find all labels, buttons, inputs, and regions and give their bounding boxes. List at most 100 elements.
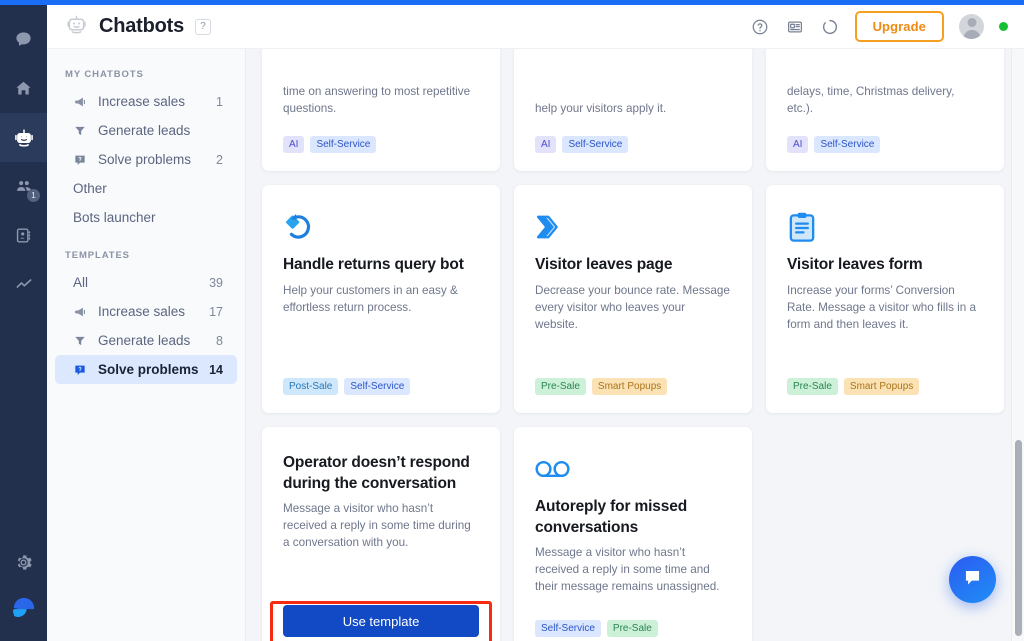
card-description: Message a visitor who hasn’t received a … bbox=[535, 546, 720, 594]
avatar-head bbox=[967, 18, 976, 27]
card-tags: AI Self-Service bbox=[787, 136, 983, 153]
title-help-icon[interactable]: ? bbox=[195, 18, 212, 35]
template-card-autoreply-missed-conversations[interactable]: Autoreply for missed conversations Messa… bbox=[514, 427, 752, 641]
template-card-top-2[interactable]: help your visitors apply it. AI Self-Ser… bbox=[514, 49, 752, 171]
sidebar-item-generate-leads[interactable]: Generate leads bbox=[55, 116, 237, 145]
rail-item-chats[interactable] bbox=[0, 15, 47, 64]
main-scrollbar-thumb[interactable] bbox=[1015, 440, 1022, 636]
card-description: Help your customers in an easy & effortl… bbox=[283, 283, 458, 314]
template-card-visitor-leaves-page[interactable]: Visitor leaves page Decrease your bounce… bbox=[514, 185, 752, 413]
sidebar-item-label: Solve problems bbox=[98, 152, 192, 167]
sidebar-item-count: 17 bbox=[209, 304, 223, 319]
voicemail-icon bbox=[535, 448, 731, 490]
status-indicator-dot[interactable] bbox=[999, 22, 1008, 31]
card-title: Operator doesn’t respond during the conv… bbox=[283, 454, 470, 492]
rail-item-settings[interactable] bbox=[0, 538, 47, 587]
card-description: help your visitors apply it. bbox=[535, 102, 667, 116]
card-tags: Post-Sale Self-Service bbox=[283, 378, 479, 395]
rail-item-home[interactable] bbox=[0, 64, 47, 113]
tag-ai[interactable]: AI bbox=[787, 136, 809, 153]
loading-spinner-icon[interactable] bbox=[820, 17, 840, 37]
card-title: Handle returns query bot bbox=[283, 256, 464, 273]
template-card-top-1[interactable]: time on answering to most repetitive que… bbox=[262, 49, 500, 171]
templates-grid: time on answering to most repetitive que… bbox=[246, 49, 1011, 641]
tag-pre-sale[interactable]: Pre-Sale bbox=[535, 378, 586, 395]
analytics-line-icon bbox=[14, 275, 34, 295]
sidebar-item-templates-generate-leads[interactable]: Generate leads 8 bbox=[55, 326, 237, 355]
sidebar-item-count: 14 bbox=[209, 362, 223, 377]
sidebar-item-label: Other bbox=[73, 181, 107, 196]
contacts-book-icon bbox=[14, 226, 33, 245]
card-title: Visitor leaves page bbox=[535, 256, 673, 273]
upgrade-button[interactable]: Upgrade bbox=[854, 11, 944, 42]
sidebar-item-count: 1 bbox=[216, 94, 223, 109]
chat-bubble-icon bbox=[962, 567, 983, 593]
tag-ai[interactable]: AI bbox=[283, 136, 305, 153]
templates-grid-area: time on answering to most repetitive que… bbox=[246, 49, 1011, 641]
template-card-operator-doesnt-respond[interactable]: Operator doesn’t respond during the conv… bbox=[262, 427, 500, 641]
funnel-icon bbox=[73, 334, 90, 348]
card-description: Message a visitor who hasn’t received a … bbox=[283, 502, 471, 550]
tag-self-service[interactable]: Self-Service bbox=[310, 136, 377, 153]
sidebar-item-label: Solve problems bbox=[98, 362, 199, 377]
tag-ai[interactable]: AI bbox=[535, 136, 557, 153]
tag-self-service[interactable]: Self-Service bbox=[814, 136, 881, 153]
card-tags: AI Self-Service bbox=[283, 136, 479, 153]
avatar-body bbox=[963, 30, 980, 39]
help-icon[interactable] bbox=[750, 17, 770, 37]
clipboard-icon bbox=[787, 206, 983, 248]
main-scrollbar-track[interactable] bbox=[1011, 49, 1024, 641]
tag-pre-sale[interactable]: Pre-Sale bbox=[606, 620, 658, 637]
megaphone-icon bbox=[73, 305, 90, 319]
return-arrow-icon bbox=[283, 206, 479, 248]
chevron-forward-icon bbox=[535, 206, 731, 248]
sidebar-item-templates-increase-sales[interactable]: Increase sales 17 bbox=[55, 297, 237, 326]
template-card-top-3[interactable]: delays, time, Christmas delivery, etc.).… bbox=[766, 49, 1004, 171]
tag-smart-popups[interactable]: Smart Popups bbox=[591, 378, 668, 395]
card-description: Increase your forms’ Conversion Rate. Me… bbox=[787, 283, 977, 331]
sidebar-item-increase-sales[interactable]: Increase sales 1 bbox=[55, 87, 237, 116]
avatar[interactable] bbox=[959, 14, 984, 39]
tag-smart-popups[interactable]: Smart Popups bbox=[843, 378, 920, 395]
app-root: 1 Chatbots ? Upgrade MY CHATBOTS Increas… bbox=[0, 0, 1024, 641]
tag-self-service[interactable]: Self-Service bbox=[562, 136, 629, 153]
sidebar-item-solve-problems[interactable]: Solve problems 2 bbox=[55, 145, 237, 174]
sidebar-section-templates: Templates bbox=[65, 250, 130, 261]
card-description: Decrease your bounce rate. Message every… bbox=[535, 283, 730, 331]
template-card-visitor-leaves-form[interactable]: Visitor leaves form Increase your forms’… bbox=[766, 185, 1004, 413]
sidebar-item-bots-launcher[interactable]: Bots launcher bbox=[55, 203, 237, 232]
sidebar-item-templates-all[interactable]: All 39 bbox=[55, 268, 237, 297]
tag-self-service[interactable]: Self-Service bbox=[535, 620, 601, 637]
megaphone-icon bbox=[73, 95, 90, 109]
chatbots-title-icon bbox=[65, 13, 88, 41]
card-tags: AI Self-Service bbox=[535, 136, 731, 153]
card-description: time on answering to most repetitive que… bbox=[283, 85, 471, 116]
chat-widget-button[interactable] bbox=[949, 556, 996, 603]
sidebar-item-other[interactable]: Other bbox=[55, 174, 237, 203]
tag-self-service[interactable]: Self-Service bbox=[344, 378, 411, 395]
app-header: Chatbots ? Upgrade bbox=[47, 5, 1024, 49]
card-tags: Self-Service Pre-Sale bbox=[535, 620, 731, 637]
rail-item-chatbots[interactable] bbox=[0, 113, 47, 162]
rail-item-contacts[interactable] bbox=[0, 211, 47, 260]
grid-empty-slot bbox=[766, 427, 1004, 641]
question-bubble-icon bbox=[73, 153, 90, 167]
news-icon[interactable] bbox=[785, 17, 805, 37]
sidebar-item-count: 2 bbox=[216, 152, 223, 167]
sidebar-item-templates-solve-problems[interactable]: Solve problems 14 bbox=[55, 355, 237, 384]
card-tags: Pre-Sale Smart Popups bbox=[535, 378, 731, 395]
sidebar-section-my-chatbots: My chatbots bbox=[65, 69, 144, 80]
team-badge: 1 bbox=[27, 189, 40, 202]
home-icon bbox=[14, 79, 33, 98]
rail-item-team[interactable]: 1 bbox=[0, 162, 47, 211]
tag-pre-sale[interactable]: Pre-Sale bbox=[787, 378, 838, 395]
app-logo[interactable] bbox=[0, 587, 47, 633]
tag-post-sale[interactable]: Post-Sale bbox=[283, 378, 339, 395]
use-template-button[interactable]: Use template bbox=[283, 605, 479, 637]
sidebar-item-count: 8 bbox=[216, 333, 223, 348]
robot-icon bbox=[13, 127, 35, 149]
livechat-logo-icon bbox=[10, 595, 37, 625]
template-card-handle-returns-query-bot[interactable]: Handle returns query bot Help your custo… bbox=[262, 185, 500, 413]
rail-item-reports[interactable] bbox=[0, 260, 47, 309]
sidebar-item-label: Bots launcher bbox=[73, 210, 156, 225]
